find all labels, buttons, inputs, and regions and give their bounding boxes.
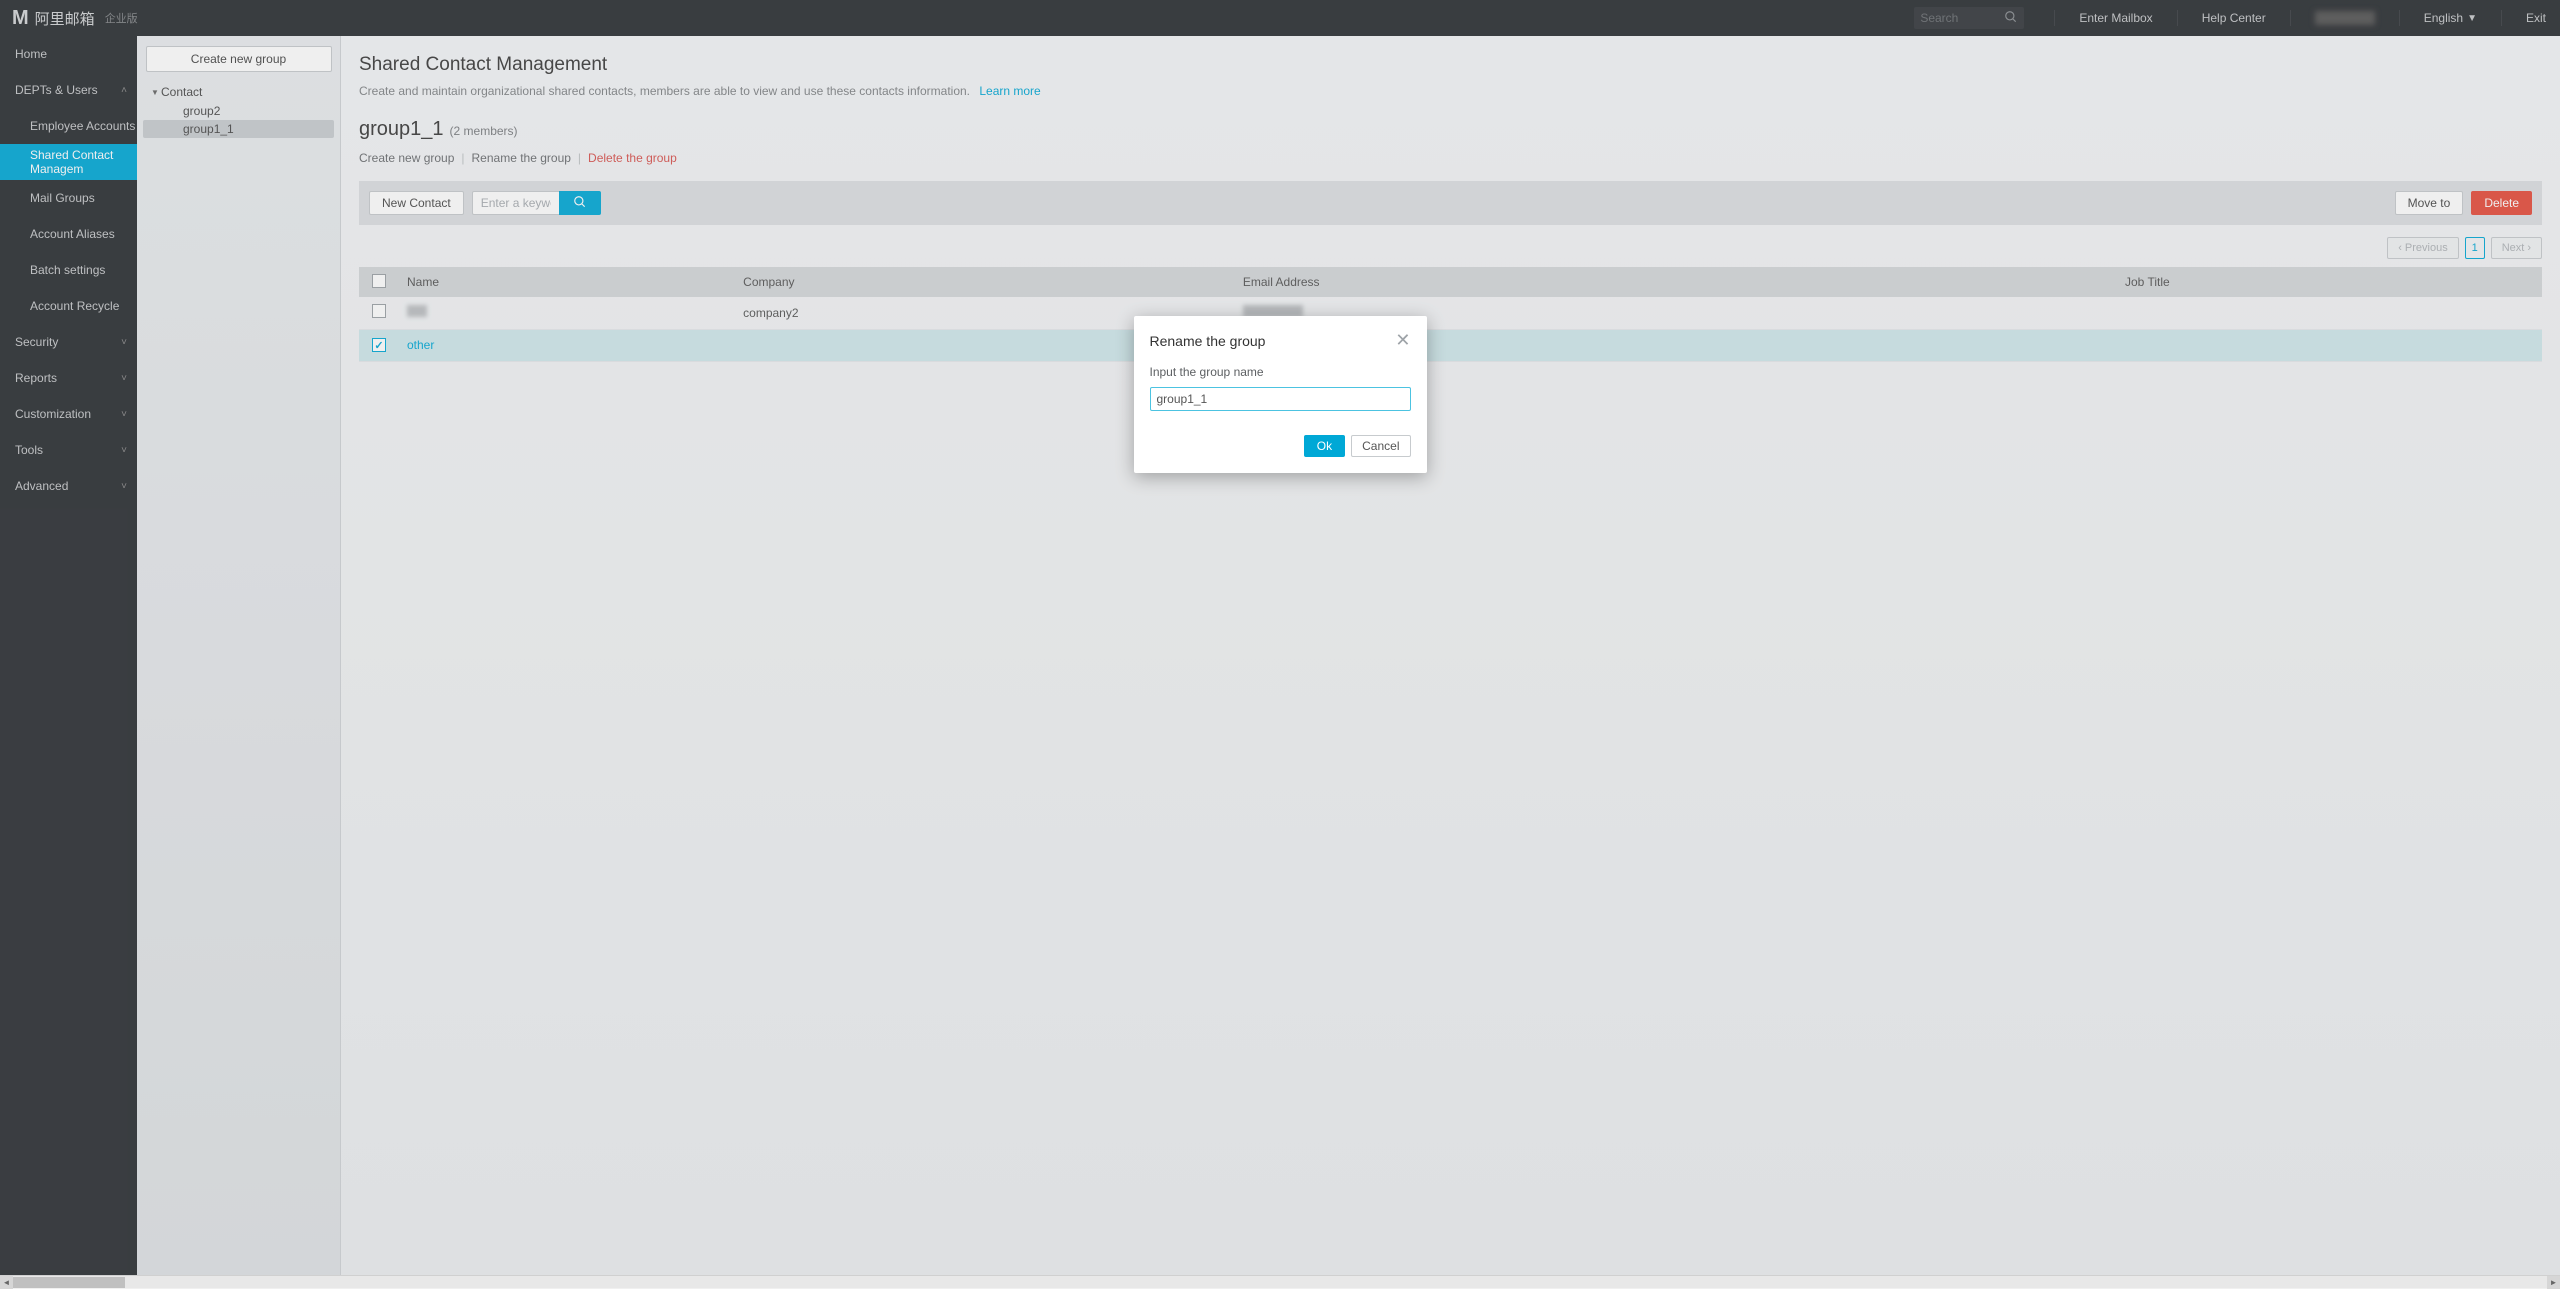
scroll-thumb[interactable] (13, 1277, 125, 1288)
scroll-track[interactable] (13, 1276, 2547, 1289)
scroll-left-button[interactable]: ◄ (0, 1276, 13, 1289)
modal-overlay: Rename the group ✕ Input the group name … (0, 0, 2560, 1288)
ok-button[interactable]: Ok (1304, 435, 1345, 457)
horizontal-scrollbar[interactable]: ◄ ► (0, 1275, 2560, 1288)
rename-group-modal: Rename the group ✕ Input the group name … (1134, 316, 1427, 473)
modal-title: Rename the group (1150, 333, 1266, 349)
close-icon[interactable]: ✕ (1395, 330, 1410, 351)
group-name-input[interactable] (1150, 387, 1411, 411)
cancel-button[interactable]: Cancel (1351, 435, 1410, 457)
scroll-right-button[interactable]: ► (2547, 1276, 2560, 1289)
modal-input-label: Input the group name (1150, 365, 1411, 379)
